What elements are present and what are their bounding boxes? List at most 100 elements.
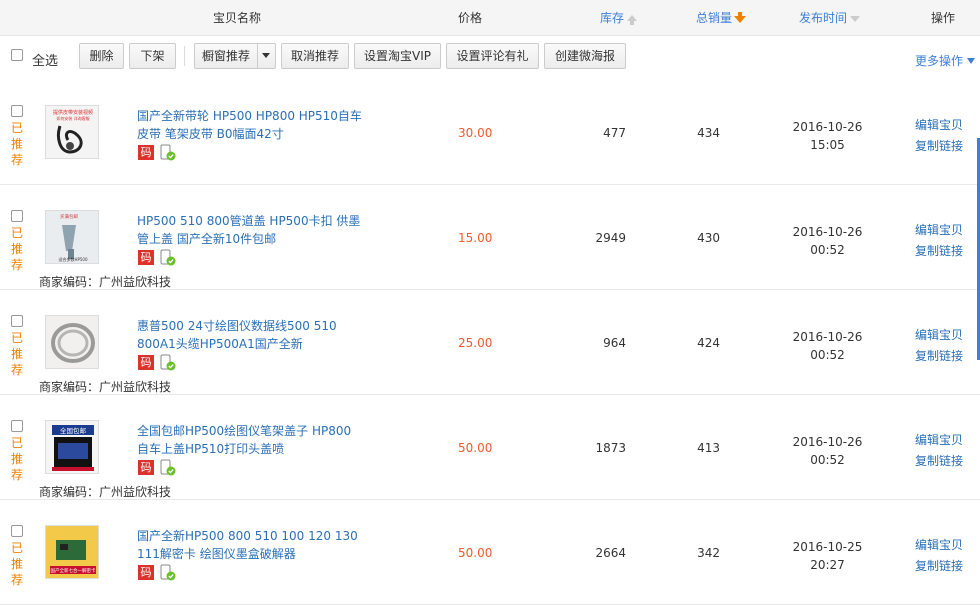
sales-value: 342 [697, 546, 720, 560]
col-header-stock[interactable]: 库存 [600, 0, 638, 36]
price-value: 50.00 [458, 546, 493, 560]
sales-value: 413 [697, 441, 720, 455]
stock-value: 2664 [595, 546, 626, 560]
product-thumbnail[interactable]: 买满包邮 适合多数HP500 [45, 210, 99, 264]
edit-product-link[interactable]: 编辑宝贝 [915, 535, 975, 556]
row-actions: 编辑宝贝 复制链接 [915, 535, 975, 577]
table-row: 已推荐 国产全新七合一解密卡 国产全新HP500 800 510 100 120… [0, 500, 980, 605]
publish-datetime: 2016-10-26 00:52 [780, 223, 875, 259]
window-recommend-button[interactable]: 橱窗推荐 [194, 43, 276, 69]
row-3-thumb-caption: 全国包邮 [60, 426, 87, 435]
col-header-price[interactable]: 价格 [458, 0, 482, 36]
recommended-badge: 已推荐 [11, 541, 24, 587]
edit-product-link[interactable]: 编辑宝贝 [915, 220, 975, 241]
publish-time: 00:52 [810, 453, 845, 467]
publish-date: 2016-10-26 [792, 225, 863, 239]
row-checkbox[interactable] [11, 315, 23, 327]
col-header-sales[interactable]: 总销量 [696, 0, 747, 36]
product-thumbnail[interactable] [45, 315, 99, 369]
select-all-checkbox[interactable] [11, 49, 23, 61]
row-checkbox[interactable] [11, 105, 23, 117]
ma-badge[interactable]: 码 [138, 250, 154, 265]
product-title-link[interactable]: 全国包邮HP500绘图仪笔架盖子 HP800自车上盖HP510打印头盖喷 [137, 422, 362, 458]
publish-date: 2016-10-25 [792, 540, 863, 554]
mobile-check-icon[interactable] [159, 354, 176, 371]
product-thumbnail[interactable]: 全国包邮 [45, 420, 99, 474]
stock-value: 964 [603, 336, 626, 350]
table-row: 已推荐 提供皮带安装视频 如何安装 详询客服 国产全新带轮 HP500 HP80… [0, 80, 980, 185]
stock-value: 2949 [595, 231, 626, 245]
delete-button[interactable]: 删除 [79, 43, 124, 69]
tube-cover-product-image: 买满包邮 适合多数HP500 [46, 211, 98, 263]
copy-link-link[interactable]: 复制链接 [915, 136, 975, 157]
sort-up-icon [627, 15, 638, 25]
product-thumbnail[interactable]: 国产全新七合一解密卡 [45, 525, 99, 579]
product-thumbnail[interactable]: 提供皮带安装视频 如何安装 详询客服 [45, 105, 99, 159]
merchant-code: 商家编码：广州益欣科技 [39, 485, 172, 499]
recommended-badge: 已推荐 [11, 226, 24, 272]
price-value: 15.00 [458, 231, 493, 245]
publish-time: 20:27 [810, 558, 845, 572]
publish-date: 2016-10-26 [792, 120, 863, 134]
edit-product-link[interactable]: 编辑宝贝 [915, 325, 975, 346]
publish-datetime: 2016-10-26 15:05 [780, 118, 875, 154]
recommended-badge: 已推荐 [11, 121, 24, 167]
col-header-date[interactable]: 发布时间 [799, 0, 861, 36]
ma-badge[interactable]: 码 [138, 145, 154, 160]
copy-link-link[interactable]: 复制链接 [915, 241, 975, 262]
row-checkbox[interactable] [11, 210, 23, 222]
copy-link-link[interactable]: 复制链接 [915, 451, 975, 472]
stock-value: 477 [603, 126, 626, 140]
more-ops-dropdown[interactable]: 更多操作 [915, 52, 976, 69]
product-title-link[interactable]: 国产全新带轮 HP500 HP800 HP510自车皮带 笔架皮带 B0幅面42… [137, 107, 362, 143]
sales-value: 434 [697, 126, 720, 140]
ma-badge[interactable]: 码 [138, 355, 154, 370]
row-1-thumb-caption: 买满包邮 [60, 213, 78, 220]
table-header: 宝贝名称 价格 库存 总销量 发布时间 操作 [0, 0, 980, 36]
table-row: 已推荐 全国包邮 全国包邮HP500绘图仪笔架盖子 HP800自车上盖HP510… [0, 395, 980, 500]
set-vip-button[interactable]: 设置淘宝VIP [354, 43, 441, 69]
edit-product-link[interactable]: 编辑宝贝 [915, 430, 975, 451]
row-checkbox[interactable] [11, 420, 23, 432]
col-header-op: 操作 [931, 11, 956, 25]
row-actions: 编辑宝贝 复制链接 [915, 325, 975, 367]
dropdown-caret-icon[interactable] [257, 44, 275, 68]
sort-down-icon [850, 16, 861, 22]
set-review-gift-button[interactable]: 设置评论有礼 [446, 43, 539, 69]
row-0-thumb-caption: 提供皮带安装视频 [53, 109, 93, 116]
mobile-check-icon[interactable] [159, 249, 176, 266]
bulk-toolbar: 全选 删除 下架 橱窗推荐 取消推荐 设置淘宝VIP 设置评论有礼 创建微海报 … [0, 36, 980, 81]
stock-value: 1873 [595, 441, 626, 455]
cable-product-image [46, 316, 98, 368]
mobile-check-icon[interactable] [159, 564, 176, 581]
sales-value: 430 [697, 231, 720, 245]
offshelf-button[interactable]: 下架 [129, 43, 176, 69]
ma-badge[interactable]: 码 [138, 460, 154, 475]
ma-badge[interactable]: 码 [138, 565, 154, 580]
copy-link-link[interactable]: 复制链接 [915, 346, 975, 367]
table-row: 已推荐 买满包邮 适合多数HP500 HP500 510 800管道盖 HP50… [0, 185, 980, 290]
publish-date: 2016-10-26 [792, 435, 863, 449]
sort-down-active-icon [734, 12, 747, 23]
belt-product-image: 提供皮带安装视频 如何安装 详询客服 [46, 106, 98, 158]
create-weitao-poster-button[interactable]: 创建微海报 [544, 43, 626, 69]
row-checkbox[interactable] [11, 525, 23, 537]
copy-link-link[interactable]: 复制链接 [915, 556, 975, 577]
mobile-check-icon[interactable] [159, 459, 176, 476]
cancel-recommend-button[interactable]: 取消推荐 [281, 43, 349, 69]
mobile-check-icon[interactable] [159, 144, 176, 161]
row-actions: 编辑宝贝 复制链接 [915, 430, 975, 472]
product-title-link[interactable]: 惠普500 24寸绘图仪数据线500 510 800A1头缆HP500A1国产全… [137, 317, 362, 353]
edit-product-link[interactable]: 编辑宝贝 [915, 115, 975, 136]
toolbar-divider [184, 46, 185, 66]
row-0-thumb-caption-2: 如何安装 详询客服 [56, 115, 89, 121]
product-title-link[interactable]: 国产全新HP500 800 510 100 120 130 111解密卡 绘图仪… [137, 527, 362, 563]
select-all-label[interactable]: 全选 [32, 50, 58, 69]
publish-time: 15:05 [810, 138, 845, 152]
product-title-link[interactable]: HP500 510 800管道盖 HP500卡扣 供墨管上盖 国产全新10件包邮 [137, 212, 362, 248]
decoder-card-product-image: 国产全新七合一解密卡 [46, 526, 98, 578]
recommended-badge: 已推荐 [11, 331, 24, 377]
merchant-code: 商家编码：广州益欣科技 [39, 380, 172, 394]
publish-datetime: 2016-10-26 00:52 [780, 328, 875, 364]
recommended-badge: 已推荐 [11, 436, 24, 482]
